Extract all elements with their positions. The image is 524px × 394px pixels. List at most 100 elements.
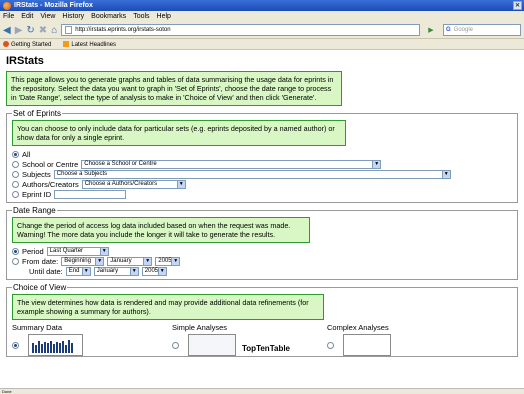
chevron-down-icon: ▼ [81, 267, 90, 275]
option-label: All [22, 149, 31, 159]
firefox-bookmark-icon [3, 40, 9, 47]
until-month-select[interactable]: January ▼ [93, 266, 139, 276]
from-year-select[interactable]: 2005 ▼ [155, 256, 181, 266]
complex-heading: Complex Analyses [327, 323, 389, 332]
page-content: IRStats This page allows you to generate… [0, 51, 524, 388]
url-bar[interactable]: http://irstats.eprints.org/irstats-soton [61, 24, 420, 36]
chevron-down-icon: ▼ [157, 267, 166, 275]
bookmark-label: Getting Started [11, 41, 52, 48]
navigation-toolbar: ◀ ▶ ↻ ✖ ⌂ http://irstats.eprints.org/irs… [0, 22, 524, 39]
line-chart-thumbnail[interactable] [343, 334, 391, 356]
bookmark-getting-started[interactable]: Getting Started [3, 40, 57, 48]
until-day-select[interactable]: End ▼ [65, 266, 91, 276]
option-eprint-id[interactable]: Eprint ID [12, 189, 512, 199]
summary-heading: Summary Data [12, 323, 63, 332]
radio-simple[interactable] [172, 341, 179, 349]
option-authors[interactable]: Authors/Creators Choose a Authors/Creato… [12, 179, 512, 189]
radio-from-date[interactable] [12, 257, 19, 265]
set-info-box: You can choose to only include data for … [12, 120, 346, 146]
menu-bookmarks[interactable]: Bookmarks [91, 13, 126, 20]
chevron-down-icon: ▼ [171, 257, 180, 265]
window-titlebar: IRStats - Mozilla Firefox ✕ [0, 0, 524, 11]
option-period[interactable]: Period Last Quarter ▼ [12, 246, 512, 256]
page-icon [65, 26, 73, 34]
select-value: Choose a Subjects [56, 171, 108, 177]
select-value: Choose a Authors/Creators [84, 181, 158, 187]
radio-school[interactable] [12, 160, 19, 168]
bookmark-label: Latest Headlines [71, 41, 117, 48]
menu-help[interactable]: Help [157, 13, 171, 20]
select-value: Choose a School or Centre [84, 161, 157, 167]
menu-bar: File Edit View History Bookmarks Tools H… [0, 11, 524, 22]
search-placeholder: Google [453, 27, 474, 33]
select-value: 2005 [144, 268, 159, 274]
option-label: School or Centre [22, 159, 79, 169]
menu-view[interactable]: View [40, 13, 55, 20]
menu-edit[interactable]: Edit [21, 13, 33, 20]
eprint-id-input[interactable] [54, 189, 127, 199]
option-label: Until date: [29, 266, 63, 276]
go-button[interactable]: ▶ [422, 24, 440, 36]
url-text: http://irstats.eprints.org/irstats-soton [75, 27, 171, 33]
chevron-down-icon: ▼ [441, 170, 450, 178]
choice-of-view-section: Choice of View The view determines how d… [6, 283, 518, 357]
option-label: From date: [22, 256, 59, 266]
stop-icon[interactable]: ✖ [39, 25, 47, 36]
view-options: Summary Data Simple Analyses TopTenTable [12, 323, 512, 356]
search-field[interactable]: G Google [443, 24, 521, 36]
authors-select[interactable]: Choose a Authors/Creators ▼ [81, 179, 186, 189]
set-of-eprints-section: Set of Eprints You can choose to only in… [6, 109, 518, 203]
simple-column: Simple Analyses TopTenTable [172, 323, 327, 356]
option-label: Period [22, 246, 44, 256]
period-select[interactable]: Last Quarter ▼ [46, 246, 109, 256]
select-value: Last Quarter [49, 248, 84, 254]
menu-tools[interactable]: Tools [133, 13, 149, 20]
chevron-down-icon: ▼ [129, 267, 138, 275]
chevron-down-icon: ▼ [176, 180, 185, 188]
radio-summary[interactable] [12, 341, 19, 349]
subjects-select[interactable]: Choose a Subjects ▼ [53, 169, 451, 179]
home-icon[interactable]: ⌂ [51, 25, 57, 36]
status-bar: Done [0, 388, 524, 394]
radio-all[interactable] [12, 150, 19, 158]
from-day-select[interactable]: Beginning ▼ [61, 256, 105, 266]
summary-thumbnail[interactable] [28, 334, 83, 356]
select-value: End [68, 268, 80, 274]
until-year-select[interactable]: 2005 ▼ [141, 266, 167, 276]
select-value: January [110, 258, 132, 264]
radio-period[interactable] [12, 247, 19, 255]
option-school[interactable]: School or Centre Choose a School or Cent… [12, 159, 512, 169]
option-all[interactable]: All [12, 149, 512, 159]
view-info-box: The view determines how data is rendered… [12, 294, 324, 320]
option-subjects[interactable]: Subjects Choose a Subjects ▼ [12, 169, 512, 179]
chevron-down-icon: ▼ [143, 257, 152, 265]
radio-subjects[interactable] [12, 170, 19, 178]
reload-icon[interactable]: ↻ [26, 25, 34, 36]
menu-file[interactable]: File [3, 13, 14, 20]
firefox-icon [3, 1, 11, 10]
google-icon: G [446, 27, 451, 33]
bookmark-latest-headlines[interactable]: Latest Headlines [63, 40, 122, 48]
select-value: 2005 [158, 258, 172, 264]
forward-arrow-icon[interactable]: ▶ [15, 25, 23, 36]
select-value: Beginning [64, 258, 91, 264]
section-legend: Choice of View [13, 283, 67, 292]
option-from-date[interactable]: From date: Beginning ▼ January ▼ 2005 ▼ [12, 256, 512, 266]
page-title: IRStats [6, 55, 44, 67]
back-arrow-icon[interactable]: ◀ [3, 25, 11, 36]
option-label: Eprint ID [22, 189, 52, 199]
select-value: January [96, 268, 119, 274]
intro-info-box: This page allows you to generate graphs … [6, 71, 342, 106]
school-select[interactable]: Choose a School or Centre ▼ [81, 159, 382, 169]
option-label: Subjects [22, 169, 51, 179]
from-month-select[interactable]: January ▼ [107, 256, 153, 266]
radio-eprint-id[interactable] [12, 190, 19, 198]
close-window-button[interactable]: ✕ [513, 1, 522, 10]
radio-authors[interactable] [12, 180, 19, 188]
bookmarks-toolbar: Getting Started Latest Headlines [0, 39, 524, 50]
table-thumbnail[interactable] [188, 334, 236, 356]
menu-history[interactable]: History [62, 13, 84, 20]
top-ten-label: TopTenTable [242, 343, 290, 353]
radio-complex[interactable] [327, 341, 334, 349]
option-label: Authors/Creators [22, 179, 79, 189]
